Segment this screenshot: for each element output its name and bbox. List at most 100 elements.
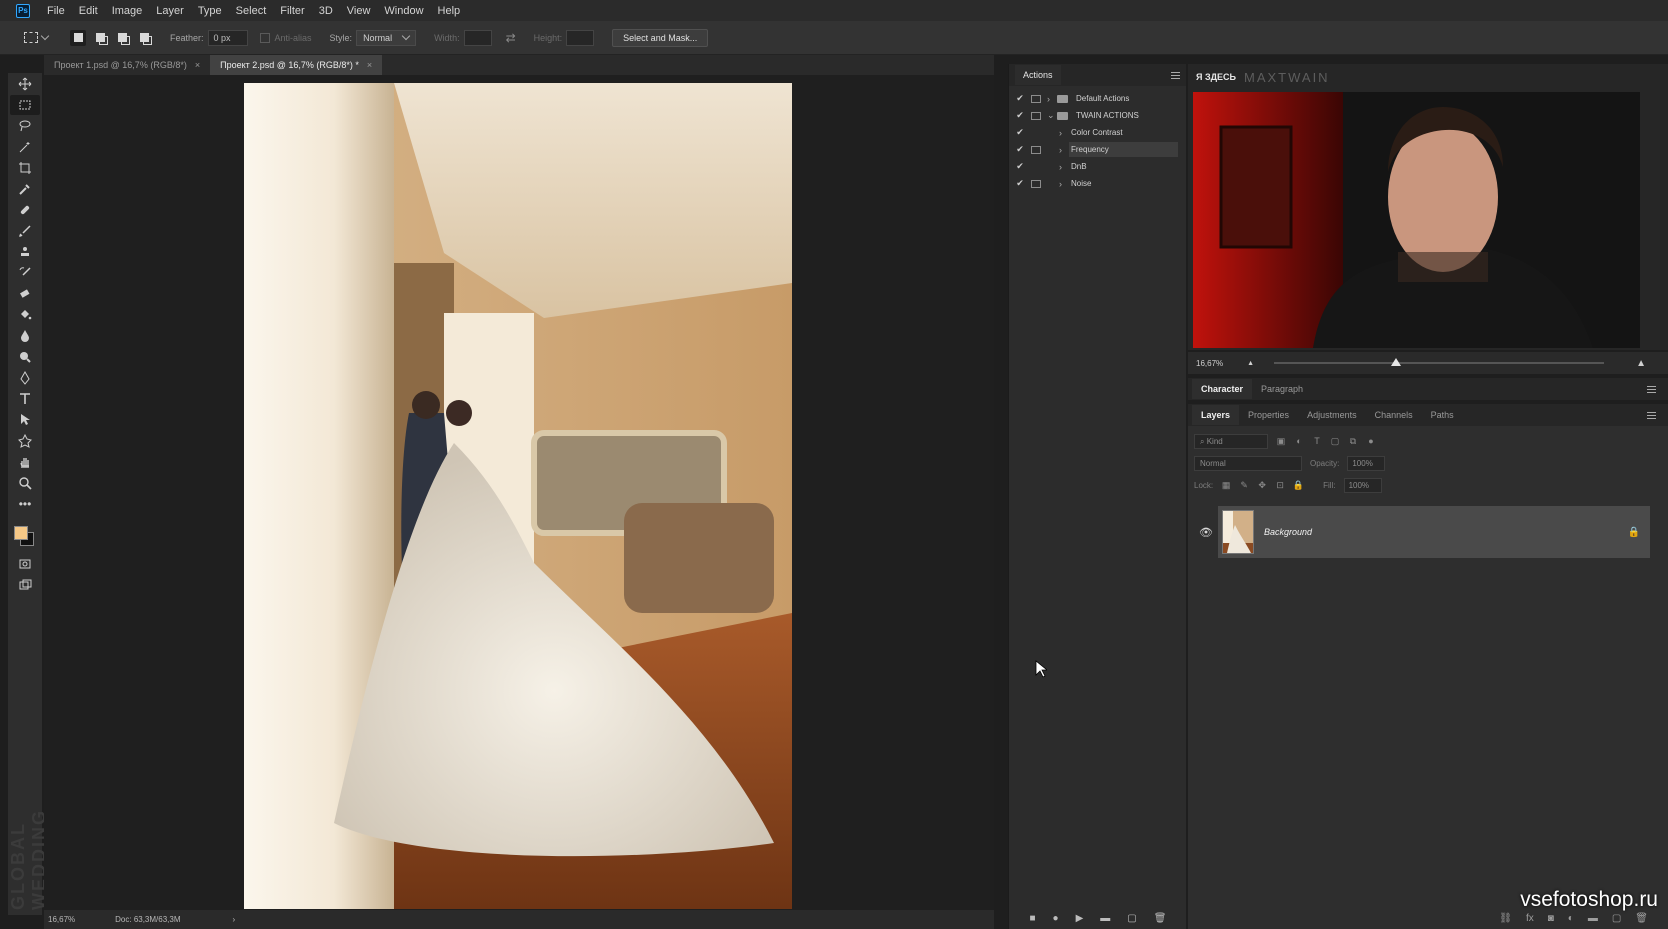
panel-menu-icon[interactable] bbox=[1171, 71, 1180, 79]
eraser-tool[interactable] bbox=[10, 284, 40, 304]
zoom-tool[interactable] bbox=[10, 473, 40, 493]
action-row[interactable]: ✔ ⌄ TWAIN ACTIONS bbox=[1009, 107, 1186, 124]
adjustment-filter-icon[interactable]: ◐ bbox=[1294, 436, 1304, 446]
zoom-in-icon[interactable]: ▲ bbox=[1636, 358, 1646, 369]
expand-caret-icon[interactable]: › bbox=[1059, 145, 1069, 155]
action-row[interactable]: ✔ › Default Actions bbox=[1009, 90, 1186, 107]
opacity-input[interactable]: 100% bbox=[1347, 455, 1386, 471]
toggle-item-checkmark-icon[interactable]: ✔ bbox=[1013, 93, 1027, 104]
navigator-zoom[interactable]: 16,67% bbox=[1196, 359, 1223, 368]
smart-object-filter-icon[interactable]: ⧉ bbox=[1348, 436, 1358, 446]
brush-tool[interactable] bbox=[10, 221, 40, 241]
toggle-item-checkmark-icon[interactable]: ✔ bbox=[1013, 161, 1027, 172]
screen-mode-button[interactable] bbox=[10, 575, 40, 595]
crop-tool[interactable] bbox=[10, 158, 40, 178]
tool-preset-picker[interactable] bbox=[24, 27, 64, 49]
layer-row-body[interactable]: Background 🔒 bbox=[1218, 506, 1650, 558]
shape-filter-icon[interactable]: ▢ bbox=[1330, 436, 1340, 446]
clone-stamp-tool[interactable] bbox=[10, 242, 40, 262]
move-tool[interactable] bbox=[10, 74, 40, 94]
record-icon[interactable]: ● bbox=[1053, 913, 1059, 924]
doc-tab-project-1[interactable]: Проект 1.psd @ 16,7% (RGB/8*) × bbox=[44, 55, 210, 75]
lock-position-icon[interactable]: ✥ bbox=[1257, 480, 1267, 490]
select-and-mask-button[interactable]: Select and Mask... bbox=[612, 28, 709, 47]
tab-actions[interactable]: Actions bbox=[1015, 65, 1061, 85]
tab-properties[interactable]: Properties bbox=[1239, 405, 1298, 425]
toggle-item-checkmark-icon[interactable]: ✔ bbox=[1013, 127, 1027, 138]
close-icon[interactable]: × bbox=[367, 60, 372, 70]
tab-channels[interactable]: Channels bbox=[1366, 405, 1422, 425]
menu-file[interactable]: File bbox=[40, 5, 72, 17]
blend-mode-select[interactable]: Normal bbox=[1194, 455, 1302, 471]
menu-window[interactable]: Window bbox=[377, 5, 430, 17]
new-selection-button[interactable] bbox=[70, 29, 86, 46]
add-to-selection-button[interactable] bbox=[92, 30, 108, 46]
trash-icon[interactable]: 🗑 bbox=[1635, 913, 1648, 924]
height-input[interactable] bbox=[566, 29, 595, 46]
foreground-color-swatch[interactable] bbox=[14, 526, 28, 540]
paint-bucket-tool[interactable] bbox=[10, 305, 40, 325]
navigator-zoom-thumb[interactable] bbox=[1391, 358, 1402, 366]
expand-caret-icon[interactable]: ⌄ bbox=[1047, 110, 1057, 121]
toggle-item-checkmark-icon[interactable]: ✔ bbox=[1013, 110, 1027, 121]
play-icon[interactable]: ▶ bbox=[1076, 913, 1084, 924]
shape-tool[interactable] bbox=[10, 431, 40, 451]
photoshop-logo-icon[interactable]: Ps bbox=[16, 3, 30, 18]
lock-image-icon[interactable]: ✎ bbox=[1239, 480, 1249, 490]
new-action-icon[interactable]: ▢ bbox=[1127, 913, 1136, 924]
marquee-tool[interactable] bbox=[10, 95, 40, 115]
intersect-selection-button[interactable] bbox=[136, 30, 152, 46]
type-filter-icon[interactable]: T bbox=[1312, 436, 1322, 446]
action-row[interactable]: ✔ › DnB bbox=[1009, 158, 1186, 175]
width-input[interactable] bbox=[463, 29, 492, 46]
toggle-dialog-icon[interactable] bbox=[1031, 129, 1041, 137]
menu-edit[interactable]: Edit bbox=[72, 5, 105, 17]
tab-adjustments[interactable]: Adjustments bbox=[1298, 405, 1366, 425]
lock-all-icon[interactable]: 🔒 bbox=[1293, 480, 1304, 490]
link-layers-icon[interactable]: ⛓ bbox=[1499, 913, 1512, 924]
expand-caret-icon[interactable]: › bbox=[1059, 162, 1069, 172]
hand-tool[interactable] bbox=[10, 452, 40, 472]
menu-filter[interactable]: Filter bbox=[273, 5, 311, 17]
tab-character[interactable]: Character bbox=[1192, 379, 1253, 399]
menu-view[interactable]: View bbox=[340, 5, 378, 17]
expand-caret-icon[interactable]: › bbox=[1059, 179, 1069, 189]
layer-background[interactable]: 👁 Background 🔒 bbox=[1194, 506, 1650, 558]
tab-paragraph[interactable]: Paragraph bbox=[1252, 379, 1312, 399]
toggle-dialog-icon[interactable] bbox=[1031, 111, 1041, 120]
healing-brush-tool[interactable] bbox=[10, 200, 40, 220]
edit-toolbar-button[interactable]: ••• bbox=[10, 494, 40, 514]
toggle-dialog-icon[interactable] bbox=[1031, 179, 1041, 188]
menu-layer[interactable]: Layer bbox=[149, 5, 191, 17]
panel-menu-icon[interactable] bbox=[1647, 411, 1656, 419]
toggle-item-checkmark-icon[interactable]: ✔ bbox=[1013, 178, 1027, 189]
lasso-tool[interactable] bbox=[10, 116, 40, 136]
dodge-tool[interactable] bbox=[10, 347, 40, 367]
lock-artboard-icon[interactable]: ⊡ bbox=[1275, 480, 1285, 490]
add-mask-icon[interactable]: ◙ bbox=[1548, 913, 1554, 924]
swap-dimensions-icon[interactable]: ⇄ bbox=[506, 31, 516, 45]
new-set-icon[interactable]: ▬ bbox=[1100, 913, 1110, 924]
action-row[interactable]: ✔ › Color Contrast bbox=[1009, 124, 1186, 141]
close-icon[interactable]: × bbox=[195, 60, 200, 70]
path-selection-tool[interactable] bbox=[10, 410, 40, 430]
visibility-eye-icon[interactable]: 👁 bbox=[1194, 526, 1218, 539]
tab-paths[interactable]: Paths bbox=[1422, 405, 1463, 425]
toggle-dialog-icon[interactable] bbox=[1031, 163, 1041, 171]
tab-layers[interactable]: Layers bbox=[1192, 405, 1240, 425]
menu-image[interactable]: Image bbox=[105, 5, 150, 17]
toggle-item-checkmark-icon[interactable]: ✔ bbox=[1013, 144, 1027, 155]
layer-kind-filter[interactable]: ⌕ Kind bbox=[1194, 433, 1268, 449]
pixel-filter-icon[interactable]: ▣ bbox=[1276, 436, 1286, 446]
stop-icon[interactable]: ■ bbox=[1030, 913, 1036, 924]
new-layer-icon[interactable]: ▢ bbox=[1612, 913, 1621, 924]
trash-icon[interactable]: 🗑 bbox=[1154, 913, 1167, 924]
quick-mask-button[interactable] bbox=[10, 554, 40, 574]
canvas-area[interactable] bbox=[44, 75, 994, 910]
status-arrow-icon[interactable]: › bbox=[233, 915, 236, 924]
layer-name[interactable]: Background bbox=[1264, 527, 1312, 537]
menu-3d[interactable]: 3D bbox=[312, 5, 340, 17]
eyedropper-tool[interactable] bbox=[10, 179, 40, 199]
menu-select[interactable]: Select bbox=[229, 5, 274, 17]
antialias-checkbox[interactable] bbox=[259, 32, 270, 43]
